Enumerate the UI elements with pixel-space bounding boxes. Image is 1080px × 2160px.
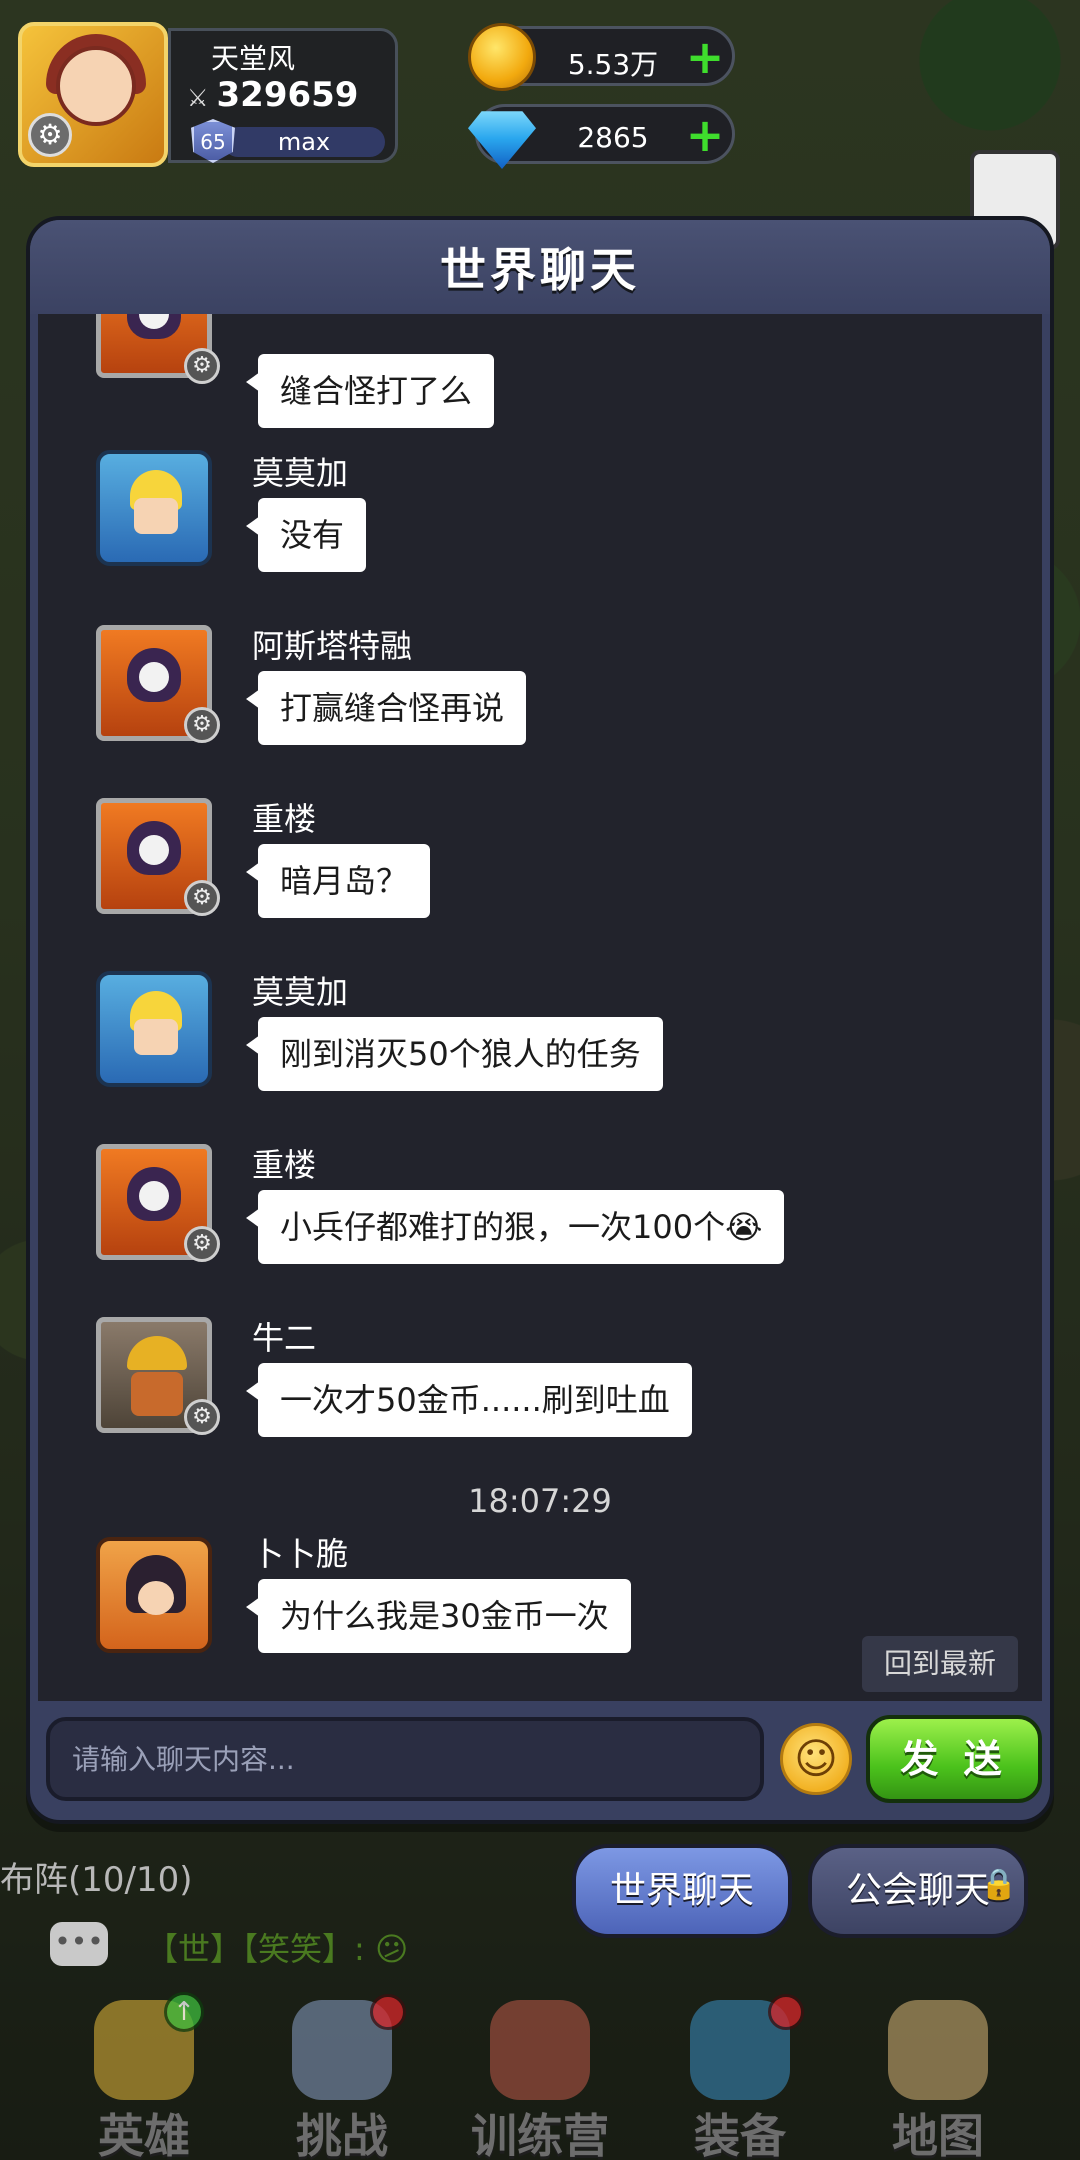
chat-bubble: 为什么我是30金币一次 <box>246 1579 631 1653</box>
gear-icon: ⚙ <box>184 707 220 743</box>
diamond-counter: 2865 + <box>468 104 735 169</box>
player-name: 天堂风 <box>211 42 296 75</box>
diamond-value: 2865 <box>577 121 649 154</box>
player-power: ⚔ 329659 <box>187 75 358 115</box>
add-diamond-plus-icon[interactable]: + <box>684 112 726 158</box>
emoji-grin-icon[interactable]: ☺ <box>780 1723 852 1795</box>
sender-name: 阿斯塔特融 <box>252 627 413 665</box>
tab-guild-label: 公会聊天 <box>845 1870 990 1911</box>
power-value: 329659 <box>216 75 359 115</box>
crossed-swords-icon: ⚔ <box>187 84 209 112</box>
settings-gear-icon[interactable]: ⚙ <box>28 113 72 157</box>
nav-training-camp[interactable]: 训练营 <box>460 2000 620 2160</box>
send-button[interactable]: 发 送 <box>866 1715 1042 1803</box>
nav-label: 地图 <box>892 2109 984 2160</box>
player-info-panel: 天堂风 ⚔ 329659 max 65 <box>168 28 398 163</box>
message-timestamp: 18:07:29 <box>468 1482 612 1520</box>
level-shield-badge: 65 <box>191 119 235 163</box>
nav-heroes[interactable]: ↑ 英雄 <box>64 1992 224 2160</box>
chat-bubble: 一次才50金币......刷到吐血 <box>246 1363 692 1437</box>
exp-bar: max <box>223 127 385 157</box>
back-to-latest-button[interactable]: 回到最新 <box>862 1636 1018 1692</box>
notification-dot <box>370 1994 406 2030</box>
lock-icon: 🔒 <box>980 1867 1018 1902</box>
chat-bubble: 没有 <box>245 498 367 572</box>
nav-label: 训练营 <box>471 2109 609 2160</box>
add-gold-plus-icon[interactable]: + <box>684 34 726 80</box>
gold-coin-icon <box>468 23 536 91</box>
chat-message: ⚙ 牛二 一次才50金币......刷到吐血 <box>38 1313 1038 1473</box>
ticker-text: 【世】【笑笑】: 😕 <box>146 1930 409 1968</box>
bottom-nav: ↑ 英雄 挑战 训练营 装备 地图 <box>0 1990 1080 2160</box>
notification-dot <box>768 1994 804 2030</box>
map-scroll-icon <box>888 2000 988 2100</box>
chat-message: ⚙ 重楼 小兵仔都难打的狠，一次100个😭 <box>38 1140 1038 1300</box>
sender-name: 莫莫加 <box>252 454 349 492</box>
chat-message: ⚙ 重楼 暗月岛？ <box>38 794 1038 954</box>
tab-world-chat[interactable]: 世界聊天 <box>572 1844 792 1938</box>
nav-map[interactable]: 地图 <box>858 2000 1018 2160</box>
chat-bubble: 小兵仔都难打的狠，一次100个😭 <box>245 1190 785 1264</box>
formation-label: 布阵(10/10) <box>0 1860 193 1900</box>
nav-label: 装备 <box>694 2109 786 2160</box>
tab-guild-chat[interactable]: 公会聊天 🔒 <box>808 1844 1028 1938</box>
chat-input[interactable] <box>46 1717 764 1801</box>
sender-name: 卜卜脆 <box>252 1535 349 1573</box>
gear-icon: ⚙ <box>184 1399 220 1435</box>
chat-message: 莫莫加 刚到消灭50个狼人的任务 <box>38 967 1038 1127</box>
chat-bubble: 缝合怪打了么 <box>245 354 495 428</box>
target-icon <box>490 2000 590 2100</box>
player-avatar[interactable]: ⚙ <box>18 22 168 167</box>
chat-bubble: 打赢缝合怪再说 <box>245 671 527 745</box>
player-hud: ⚙ 天堂风 ⚔ 329659 max 65 <box>18 22 398 167</box>
avatar-face <box>56 46 136 126</box>
lady-icon[interactable] <box>96 1537 212 1653</box>
gold-value: 5.53万 <box>567 48 659 81</box>
blond-hero-icon[interactable] <box>96 971 212 1087</box>
nav-label: 英雄 <box>98 2109 190 2160</box>
sender-name: 重楼 <box>252 1146 317 1184</box>
gold-counter: 5.53万 + <box>468 23 735 91</box>
chat-message: ⚙ 阿斯塔特融 打赢缝合怪再说 <box>38 621 1038 781</box>
sender-name: 牛二 <box>252 1319 317 1357</box>
chat-input-row: ☺ 发 送 <box>30 1701 1050 1821</box>
chat-bubble: 暗月岛？ <box>245 844 431 918</box>
upgrade-arrow-icon: ↑ <box>164 1992 204 2032</box>
gear-icon: ⚙ <box>184 880 220 916</box>
blond-hero-icon[interactable] <box>96 450 212 566</box>
gear-icon: ⚙ <box>184 1226 220 1262</box>
sender-name: 莫莫加 <box>252 973 349 1011</box>
chat-bubble: 刚到消灭50个狼人的任务 <box>246 1017 663 1091</box>
gear-icon: ⚙ <box>184 348 220 384</box>
nav-challenge[interactable]: 挑战 <box>262 1994 422 2160</box>
chat-message: 莫莫加 没有 <box>38 448 1038 608</box>
chat-message-list[interactable]: ⚙ 缝合怪打了么 莫莫加 没有 ⚙ 阿斯塔特融 打赢缝合怪再说 ⚙ 重楼 暗月岛… <box>38 314 1042 1701</box>
world-chat-panel: 世界聊天 ⚙ 缝合怪打了么 莫莫加 没有 ⚙ 阿斯塔特融 打赢缝合怪再说 ⚙ 重… <box>26 216 1054 1824</box>
chat-message: ⚙ 缝合怪打了么 <box>38 314 1038 428</box>
sender-name: 重楼 <box>252 800 317 838</box>
chat-bubble-icon[interactable]: ••• <box>50 1922 108 1966</box>
chat-title: 世界聊天 <box>30 220 1050 314</box>
nav-label: 挑战 <box>296 2109 388 2160</box>
nav-equipment[interactable]: 装备 <box>660 1994 820 2160</box>
